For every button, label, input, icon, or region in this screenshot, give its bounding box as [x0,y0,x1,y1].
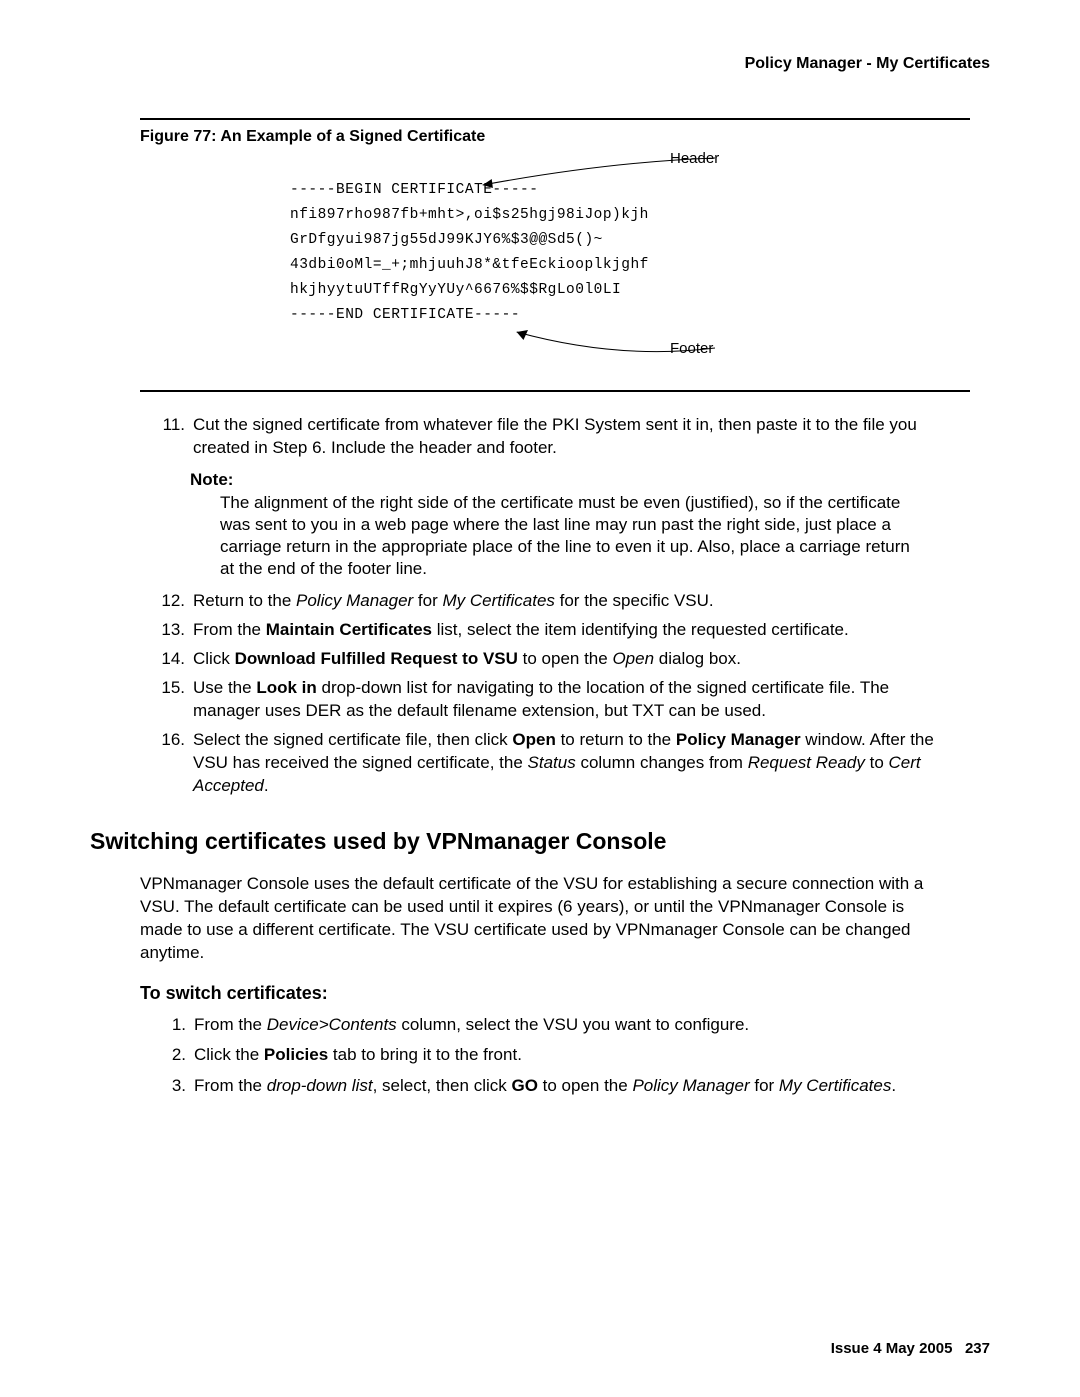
bold: Policy Manager [676,730,801,749]
bold: GO [511,1076,537,1095]
text: Select the signed certificate file, then… [193,730,512,749]
step-body: From the Maintain Certificates list, sel… [193,619,950,642]
text: for [413,591,442,610]
step-14: 14. Click Download Fulfilled Request to … [145,648,950,671]
step-number: 11. [145,414,193,460]
figure-label-footer: Footer [670,340,713,357]
text: list, select the item identifying the re… [432,620,849,639]
bold: Download Fulfilled Request to VSU [235,649,518,668]
step-number: 13. [145,619,193,642]
italic: drop-down list [267,1076,373,1095]
step-number: 2. [160,1044,194,1067]
cert-line-5: hkjhyytuUTffRgYyYUy^6676%$$RgLo0l0LI [290,282,621,298]
figure-area: Header Footer -----BEGIN CERTIFICATE----… [290,150,970,380]
italic: My Certificates [442,591,554,610]
step-13: 13. From the Maintain Certificates list,… [145,619,950,642]
bold: Maintain Certificates [266,620,432,639]
step-body: From the drop-down list, select, then cl… [194,1075,930,1098]
step-body: Select the signed certificate file, then… [193,729,950,798]
italic: Request Ready [748,753,865,772]
italic: My Certificates [779,1076,891,1095]
step-number: 12. [145,590,193,613]
text: column changes from [576,753,748,772]
figure-caption: Figure 77: An Example of a Signed Certif… [140,128,970,146]
text: Click [193,649,235,668]
text: to return to the [556,730,676,749]
figure-label-header: Header [670,150,719,167]
text: Click the [194,1045,264,1064]
step-body: Use the Look in drop-down list for navig… [193,677,950,723]
bold: Look in [256,678,316,697]
text: , select, then click [373,1076,512,1095]
sub-heading: To switch certificates: [140,983,990,1004]
running-header: Policy Manager - My Certificates [90,55,990,73]
step-11: 11. Cut the signed certificate from what… [145,414,950,460]
step-number: 15. [145,677,193,723]
text: for [750,1076,779,1095]
step-number: 1. [160,1014,194,1037]
bold: Open [512,730,555,749]
section-heading: Switching certificates used by VPNmanage… [90,828,990,855]
italic: Device>Contents [267,1015,397,1034]
text: dialog box. [654,649,741,668]
text: for the specific VSU. [555,591,714,610]
text: From the [193,620,266,639]
italic: Open [612,649,654,668]
text: Return to the [193,591,296,610]
step-15: 15. Use the Look in drop-down list for n… [145,677,950,723]
italic: Policy Manager [632,1076,749,1095]
cert-line-1: -----BEGIN CERTIFICATE----- [290,182,538,198]
substep-2: 2. Click the Policies tab to bring it to… [160,1044,930,1067]
page-footer: Issue 4 May 2005 237 [831,1340,990,1357]
text: From the [194,1076,267,1095]
step-number: 3. [160,1075,194,1098]
text: From the [194,1015,267,1034]
step-body: Click Download Fulfilled Request to VSU … [193,648,950,671]
note-body: The alignment of the right side of the c… [220,492,920,580]
text: to [865,753,889,772]
cert-line-3: GrDfgyui987jg55dJ99KJY6%$3@@Sd5()~ [290,232,603,248]
text: . [891,1076,896,1095]
step-12: 12. Return to the Policy Manager for My … [145,590,950,613]
text: to open the [538,1076,633,1095]
italic: Status [528,753,576,772]
figure-block: Figure 77: An Example of a Signed Certif… [140,118,970,392]
step-16: 16. Select the signed certificate file, … [145,729,950,798]
substep-1: 1. From the Device>Contents column, sele… [160,1014,930,1037]
note-label: Note: [190,470,950,490]
section-paragraph: VPNmanager Console uses the default cert… [140,873,950,965]
step-body: Return to the Policy Manager for My Cert… [193,590,950,613]
cert-line-6: -----END CERTIFICATE----- [290,307,520,323]
text: to open the [518,649,613,668]
footer-issue: Issue 4 May 2005 [831,1340,953,1357]
page-root: Policy Manager - My Certificates Figure … [0,0,1080,1397]
step-body: Click the Policies tab to bring it to th… [194,1044,930,1067]
cert-line-4: 43dbi0oMl=_+;mhjuuhJ8*&tfeEckiooplkjghf [290,257,649,273]
text: . [264,776,269,795]
text: Use the [193,678,256,697]
text: column, select the VSU you want to confi… [397,1015,749,1034]
footer-page-number: 237 [965,1340,990,1357]
text: tab to bring it to the front. [328,1045,522,1064]
cert-line-2: nfi897rho987fb+mht>,oi$s25hgj98iJop)kjh [290,207,649,223]
italic: Policy Manager [296,591,413,610]
step-body: Cut the signed certificate from whatever… [193,414,950,460]
substep-3: 3. From the drop-down list, select, then… [160,1075,930,1098]
step-body: From the Device>Contents column, select … [194,1014,930,1037]
step-number: 16. [145,729,193,798]
step-number: 14. [145,648,193,671]
bold: Policies [264,1045,328,1064]
